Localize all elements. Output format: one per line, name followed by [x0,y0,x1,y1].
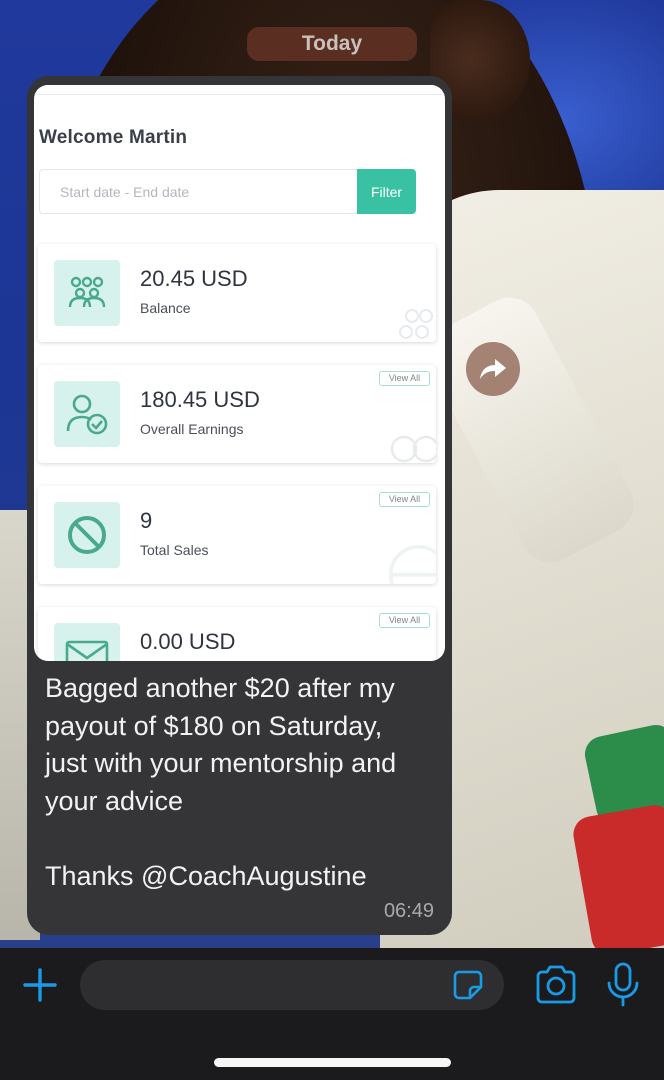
total-sales-value: 9 [140,508,153,533]
date-separator: Today [247,27,417,61]
balance-label: Balance [140,300,191,316]
message-line: Thanks @CoachAugustine [45,860,367,891]
earnings-watermark-icon [390,435,436,463]
mic-icon [607,962,639,1007]
sales-watermark-icon [388,545,436,584]
message-line: just with your mentorship and [45,748,397,778]
camera-button[interactable] [534,964,578,1006]
forward-arrow-icon [480,359,506,379]
mail-icon [54,623,120,661]
home-indicator[interactable] [214,1058,451,1067]
view-all-button: View All [379,613,430,628]
message-image[interactable]: Welcome Martin Start date - End date Fil… [34,85,445,661]
view-all-button: View All [379,371,430,386]
earnings-label: Overall Earnings [140,421,244,437]
total-sales-card: View All 9 Total Sales [38,486,436,584]
overall-earnings-card: View All 180.45 USD Overall Earnings [38,365,436,463]
attach-button[interactable] [18,963,62,1007]
sticker-button[interactable] [452,969,484,1001]
ban-icon [54,502,120,568]
user-check-icon [54,381,120,447]
balance-watermark-icon [399,309,433,339]
message-input[interactable] [80,960,504,1010]
sticker-icon [453,970,483,1000]
total-sales-label: Total Sales [140,542,209,558]
message-line: payout of $180 on Saturday, [45,710,383,741]
message-bubble[interactable]: Welcome Martin Start date - End date Fil… [27,76,452,935]
voice-message-button[interactable] [604,961,642,1009]
date-separator-label: Today [301,32,363,55]
balance-card: 20.45 USD Balance [38,244,436,342]
balance-value: 20.45 USD [140,266,248,291]
welcome-heading: Welcome Martin [39,127,188,148]
date-range-field: Start date - End date [39,169,357,214]
users-group-icon [54,260,120,326]
message-text: Bagged another $20 after my payout of $1… [45,670,440,895]
filter-button: Filter [357,169,416,214]
screenshot-top-bar [34,85,445,95]
forward-button[interactable] [466,342,520,396]
message-timestamp: 06:49 [383,900,434,922]
view-all-button: View All [379,492,430,507]
message-line: Bagged another $20 after my [45,673,395,703]
camera-icon [536,965,576,1004]
message-line: your advice [45,785,184,816]
pending-card: View All 0.00 USD [38,607,436,661]
pending-value: 0.00 USD [140,629,236,654]
plus-icon [23,968,57,1002]
earnings-value: 180.45 USD [140,387,260,412]
